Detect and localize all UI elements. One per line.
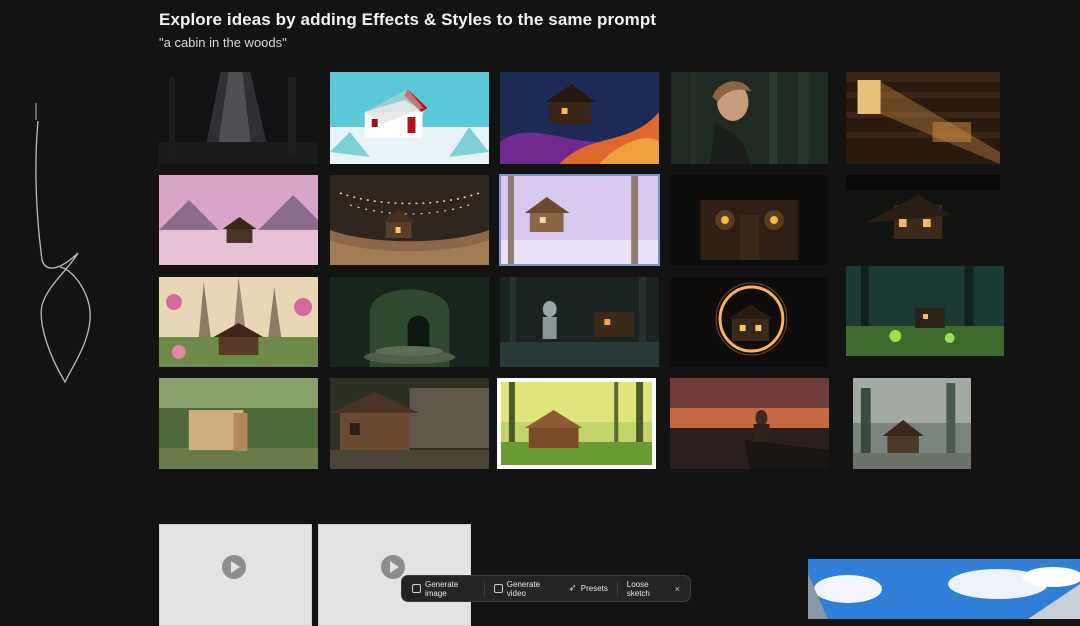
gallery-item[interactable] xyxy=(846,72,1000,164)
play-icon[interactable] xyxy=(381,555,405,579)
rocket-icon: ➶ xyxy=(568,582,577,594)
generate-toolbar: Generate image Generate video ➶ Presets … xyxy=(401,575,691,602)
close-icon[interactable]: × xyxy=(675,584,680,594)
gallery-item[interactable] xyxy=(330,378,489,469)
gallery-item[interactable] xyxy=(500,72,659,164)
video-icon xyxy=(493,584,503,593)
prompt-text: "a cabin in the woods" xyxy=(159,35,287,50)
loose-sketch-chip[interactable]: Loose sketch × xyxy=(622,579,685,599)
gallery-item[interactable] xyxy=(497,378,656,469)
toolbar-divider xyxy=(483,581,485,596)
generate-video-button[interactable]: Generate video xyxy=(489,579,560,599)
gallery-item[interactable] xyxy=(159,72,318,164)
image-icon xyxy=(412,584,421,593)
presets-label: Presets xyxy=(580,584,608,593)
page-title: Explore ideas by adding Effects & Styles… xyxy=(159,10,657,29)
play-icon[interactable] xyxy=(222,555,246,579)
gallery-item[interactable] xyxy=(499,174,660,266)
gallery-item[interactable] xyxy=(159,277,318,367)
freehand-sketch xyxy=(35,103,91,384)
sky-image xyxy=(808,559,1080,619)
gallery-item[interactable] xyxy=(846,175,1000,265)
presets-button[interactable]: ➶ Presets xyxy=(563,579,613,599)
generate-video-label: Generate video xyxy=(506,579,541,598)
gallery-item[interactable] xyxy=(671,72,828,164)
gallery-item[interactable] xyxy=(853,378,971,469)
loose-sketch-label: Loose sketch xyxy=(626,579,650,598)
generate-image-button[interactable]: Generate image xyxy=(407,579,480,599)
generate-image-label: Generate image xyxy=(424,579,459,598)
gallery-item[interactable] xyxy=(500,277,659,367)
gallery-item[interactable] xyxy=(671,175,828,265)
gallery-item[interactable] xyxy=(671,277,828,367)
gallery-item[interactable] xyxy=(159,378,318,469)
gallery-item[interactable] xyxy=(330,72,489,164)
video-card[interactable] xyxy=(159,524,312,626)
gallery-item[interactable] xyxy=(330,175,489,265)
toolbar-divider xyxy=(616,581,618,596)
gallery-item[interactable] xyxy=(330,277,489,367)
gallery-item[interactable] xyxy=(846,266,1004,356)
gallery-item[interactable] xyxy=(159,175,318,265)
gallery-item[interactable] xyxy=(670,378,829,469)
